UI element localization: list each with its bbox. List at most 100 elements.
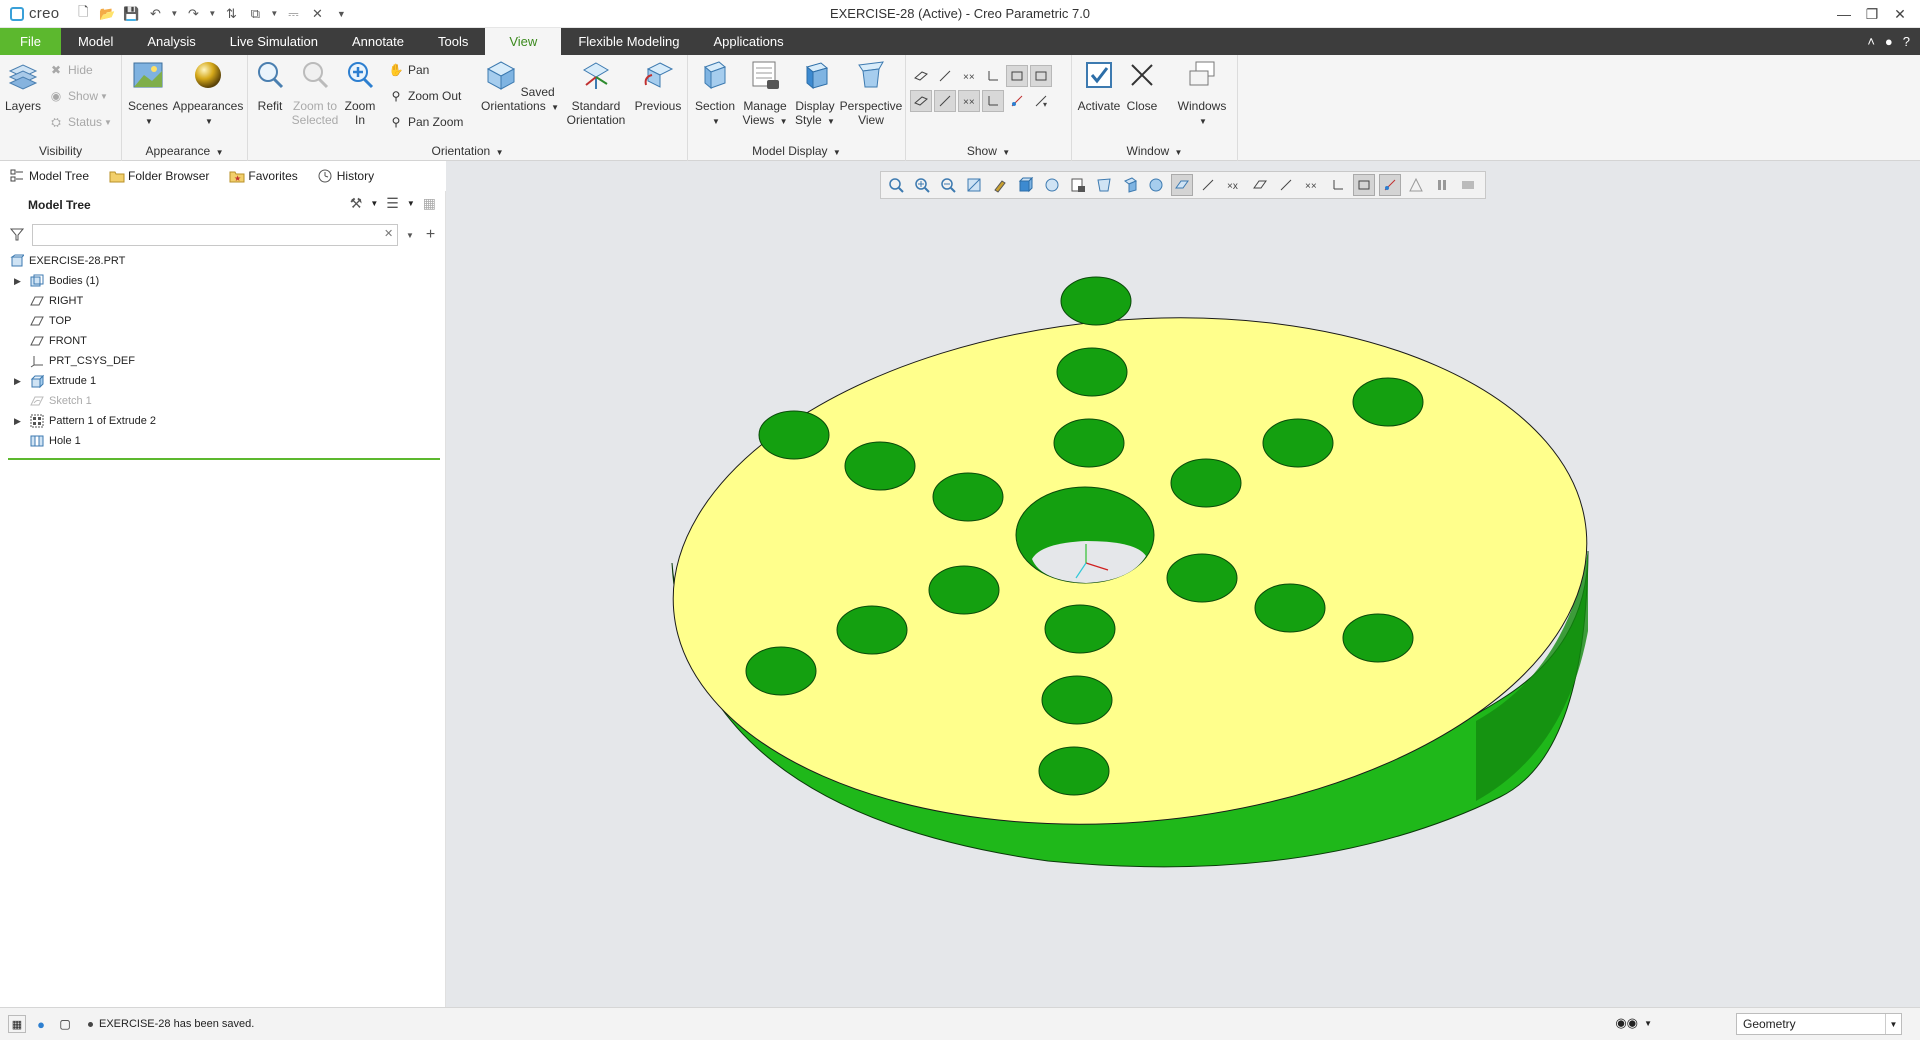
tree-columns-icon[interactable]: ☰ bbox=[386, 195, 399, 212]
hide-button[interactable]: ✖ Hide bbox=[48, 59, 93, 81]
tab-model[interactable]: Model bbox=[61, 28, 130, 55]
status-button[interactable]: ⛭ Status ▼ bbox=[48, 111, 112, 133]
insert-here-indicator[interactable] bbox=[8, 458, 440, 460]
graphics-viewport[interactable]: ×x ×× bbox=[446, 161, 1920, 1007]
full-screen-icon[interactable]: ▢ bbox=[56, 1015, 74, 1033]
help-icon[interactable]: ? bbox=[1903, 34, 1910, 49]
standard-orientation-button[interactable]: Standard Orientation bbox=[562, 59, 630, 127]
tree-filter-disabled-icon[interactable]: ▦ bbox=[423, 195, 436, 212]
tree-item-hole-1[interactable]: Hole 1 bbox=[0, 431, 446, 451]
section-button[interactable]: Section ▼ bbox=[692, 59, 738, 129]
redo-dropdown-icon[interactable]: ▼ bbox=[207, 4, 217, 24]
tree-item-pattern-1[interactable]: ▶ Pattern 1 of Extrude 2 bbox=[0, 411, 446, 431]
tree-item-top-plane[interactable]: TOP bbox=[0, 311, 446, 331]
perspective-view-button[interactable]: Perspective View bbox=[838, 59, 904, 127]
tab-history[interactable]: History bbox=[308, 161, 384, 191]
tab-applications[interactable]: Applications bbox=[696, 28, 800, 55]
refit-button[interactable]: Refit bbox=[252, 59, 288, 113]
browser-toggle-icon[interactable]: ● bbox=[32, 1015, 50, 1033]
window-group-label[interactable]: Window ▼ bbox=[1072, 144, 1237, 158]
tree-settings-icon[interactable]: ⚒ bbox=[350, 195, 363, 212]
pan-button[interactable]: ✋ Pan bbox=[388, 59, 430, 81]
axis-display-icon[interactable] bbox=[934, 65, 956, 87]
close-model-icon[interactable]: ✕ bbox=[307, 4, 327, 24]
tab-annotate[interactable]: Annotate bbox=[335, 28, 421, 55]
tab-flexible-modeling[interactable]: Flexible Modeling bbox=[561, 28, 696, 55]
chevron-down-icon[interactable]: ▼ bbox=[370, 199, 378, 208]
open-folder-icon[interactable]: 📂 bbox=[97, 4, 117, 24]
tab-view[interactable]: View bbox=[485, 28, 562, 55]
tree-item-front-plane[interactable]: FRONT bbox=[0, 331, 446, 351]
expand-arrow-icon[interactable]: ▶ bbox=[14, 276, 24, 287]
scenes-button[interactable]: Scenes ▼ bbox=[126, 59, 170, 129]
tab-file[interactable]: File bbox=[0, 28, 61, 55]
chevron-down-icon[interactable]: ▼ bbox=[407, 199, 415, 208]
axis-tag-icon[interactable] bbox=[934, 90, 956, 112]
orientation-group-label[interactable]: Orientation ▼ bbox=[248, 144, 687, 158]
point-tag-icon[interactable]: ×× bbox=[958, 90, 980, 112]
display-style-button[interactable]: Display Style ▼ bbox=[792, 59, 838, 129]
tab-favorites[interactable]: ★ Favorites bbox=[219, 161, 307, 191]
show-group-label[interactable]: Show ▼ bbox=[906, 144, 1071, 158]
csys-display-icon[interactable] bbox=[982, 65, 1004, 87]
zoom-in-button[interactable]: Zoom In bbox=[342, 59, 378, 127]
undo-dropdown-icon[interactable]: ▼ bbox=[169, 4, 179, 24]
appearance-group-label[interactable]: Appearance ▼ bbox=[122, 144, 247, 158]
plane-display-icon[interactable] bbox=[910, 65, 932, 87]
close-button[interactable]: Close bbox=[1122, 59, 1162, 113]
plane-tag-display-icon[interactable] bbox=[1006, 65, 1028, 87]
zoom-to-selected-button[interactable]: Zoom to Selected bbox=[290, 59, 340, 127]
previous-button[interactable]: Previous bbox=[632, 59, 684, 113]
point-tag-display-icon[interactable] bbox=[1030, 65, 1052, 87]
filter-funnel-icon[interactable] bbox=[9, 227, 25, 244]
customize-qat-icon[interactable]: ▼ bbox=[331, 4, 351, 24]
tab-live-simulation[interactable]: Live Simulation bbox=[213, 28, 335, 55]
windows-dropdown-icon[interactable]: ▼ bbox=[269, 4, 279, 24]
show-button[interactable]: ◉ Show ▼ bbox=[48, 85, 108, 107]
search-dropdown-icon[interactable]: ▼ bbox=[406, 231, 414, 240]
tree-item-right-plane[interactable]: RIGHT bbox=[0, 291, 446, 311]
csys-tag-icon[interactable] bbox=[982, 90, 1004, 112]
selection-filter-select[interactable]: Geometry ▼ bbox=[1736, 1013, 1902, 1035]
close-icon[interactable]: ✕ bbox=[1886, 2, 1914, 26]
tree-item-root-part[interactable]: EXERCISE-28.PRT bbox=[0, 251, 446, 271]
point-display-icon[interactable]: ×× bbox=[958, 65, 980, 87]
save-icon[interactable]: 💾 bbox=[121, 4, 141, 24]
annotation-display-icon[interactable] bbox=[1006, 90, 1028, 112]
model-display-group-label[interactable]: Model Display ▼ bbox=[688, 144, 905, 158]
windows-button[interactable]: Windows ▼ bbox=[1172, 59, 1232, 129]
regenerate-icon[interactable]: ⇅ bbox=[221, 4, 241, 24]
find-dropdown-icon[interactable]: ▼ bbox=[1644, 1019, 1652, 1028]
tab-model-tree[interactable]: Model Tree bbox=[0, 161, 99, 191]
tree-search-input[interactable] bbox=[32, 224, 398, 246]
tree-item-bodies[interactable]: ▶ Bodies (1) bbox=[0, 271, 446, 291]
new-file-icon[interactable]: 🗋 bbox=[73, 4, 93, 24]
saved-orientations-button[interactable]: Saved Orientations ▼ bbox=[480, 59, 560, 115]
windows-icon[interactable]: ⧉ bbox=[245, 4, 265, 24]
tab-analysis[interactable]: Analysis bbox=[130, 28, 212, 55]
find-binoculars-icon[interactable]: ◉◉ bbox=[1615, 1015, 1638, 1031]
tree-item-csys[interactable]: PRT_CSYS_DEF bbox=[0, 351, 446, 371]
zoom-out-button[interactable]: ⚲ Zoom Out bbox=[388, 85, 462, 107]
expand-arrow-icon[interactable]: ▶ bbox=[14, 376, 24, 387]
redo-icon[interactable]: ↷ bbox=[183, 4, 203, 24]
plane-filled-icon[interactable] bbox=[910, 90, 932, 112]
minimize-icon[interactable]: — bbox=[1830, 2, 1858, 26]
tree-item-sketch-1[interactable]: Sketch 1 bbox=[0, 391, 446, 411]
restore-icon[interactable]: ❐ bbox=[1858, 2, 1886, 26]
navigator-toggle-icon[interactable]: ▦ bbox=[8, 1015, 26, 1033]
collapse-ribbon-icon[interactable]: ˄ bbox=[1867, 34, 1875, 49]
manage-views-button[interactable]: Manage Views ▼ bbox=[740, 59, 790, 129]
part-model-render[interactable] bbox=[446, 161, 1920, 1007]
undo-icon[interactable]: ↶ bbox=[145, 4, 165, 24]
tree-item-extrude-1[interactable]: ▶ Extrude 1 bbox=[0, 371, 446, 391]
user-icon[interactable]: ● bbox=[1885, 34, 1893, 49]
activate-button[interactable]: Activate bbox=[1076, 59, 1122, 113]
appearances-button[interactable]: Appearances ▼ bbox=[172, 59, 244, 129]
expand-arrow-icon[interactable]: ▶ bbox=[14, 416, 24, 427]
spin-center-icon[interactable]: ▾ bbox=[1030, 90, 1052, 112]
clear-search-icon[interactable]: ✕ bbox=[384, 227, 393, 240]
layers-button[interactable]: Layers bbox=[4, 59, 42, 113]
close-window-icon[interactable]: ⎓ bbox=[283, 4, 303, 24]
tab-tools[interactable]: Tools bbox=[421, 28, 485, 55]
